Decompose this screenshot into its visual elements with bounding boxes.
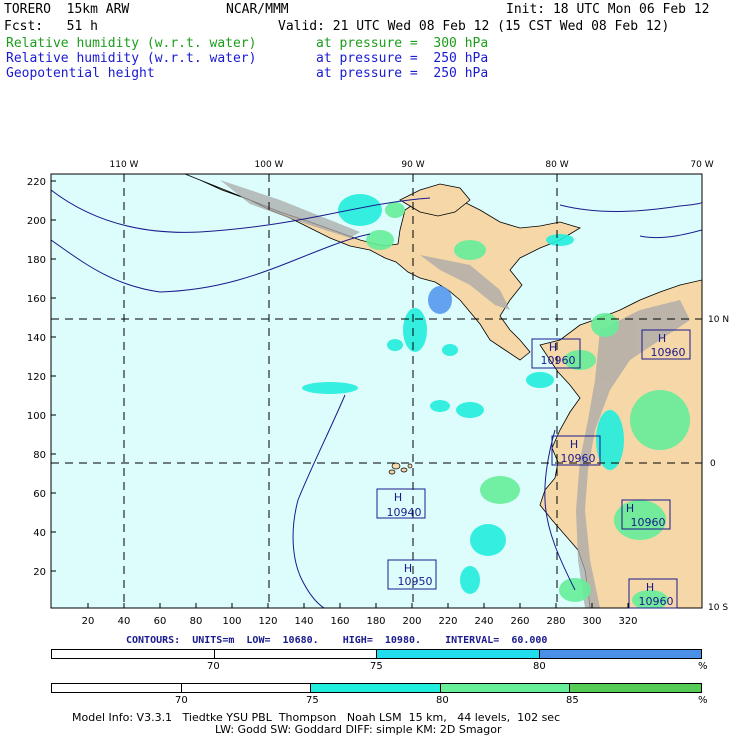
longitude-labels: 110 W 100 W 90 W 80 W 70 W <box>110 160 714 170</box>
scale-seg <box>570 684 701 692</box>
x-tick-label: 200 <box>402 616 421 627</box>
svg-text:10940: 10940 <box>387 506 422 519</box>
x-tick-label: 120 <box>258 616 277 627</box>
x-tick-label: 240 <box>474 616 493 627</box>
rh-scale-300 <box>51 683 702 693</box>
scale-seg <box>311 684 441 692</box>
x-tick-label: 40 <box>118 616 131 627</box>
rh-scale-250 <box>51 649 702 659</box>
scale2-label: 70 <box>175 695 188 706</box>
x-tick-label: 220 <box>438 616 457 627</box>
lon-label: 100 W <box>255 160 284 170</box>
y-tick-label: 140 <box>27 333 46 344</box>
y-tick-label: 20 <box>33 567 46 578</box>
scale-seg <box>52 650 215 658</box>
y-tick-label: 200 <box>27 216 46 227</box>
x-tick-label: 60 <box>154 616 167 627</box>
scale1-label: 80 <box>533 661 546 672</box>
x-tick-label: 100 <box>222 616 241 627</box>
x-tick-label: 320 <box>618 616 637 627</box>
physics-info: LW: Godd SW: Goddard DIFF: simple KM: 2D… <box>215 723 502 736</box>
y-tick-label: 100 <box>27 411 46 422</box>
weather-map: 220 200 180 160 140 120 100 80 60 40 20 20 40 60 80 10… <box>27 160 729 627</box>
x-tick-label: 280 <box>546 616 565 627</box>
x-tick-label: 160 <box>330 616 349 627</box>
contours-info: CONTOURS: UNITS=m LOW= 10680. HIGH= 1098… <box>126 635 548 646</box>
svg-text:10960: 10960 <box>541 354 576 367</box>
x-tick-label: 300 <box>582 616 601 627</box>
y-tick-label: 40 <box>33 528 46 539</box>
svg-text:10950: 10950 <box>398 575 433 588</box>
y-tick-label: 80 <box>33 450 46 461</box>
y-tick-label: 160 <box>27 294 46 305</box>
y-tick-label: 60 <box>33 489 46 500</box>
x-tick-label: 180 <box>366 616 385 627</box>
scale2-label: 80 <box>436 695 449 706</box>
lat-label: 10 S <box>708 603 728 613</box>
svg-text:10960: 10960 <box>631 516 666 529</box>
svg-text:H: H <box>549 341 557 354</box>
x-tick-label: 80 <box>190 616 203 627</box>
svg-text:H: H <box>646 581 654 594</box>
lat-label: 0 <box>710 459 716 469</box>
svg-text:10960: 10960 <box>561 452 596 465</box>
svg-text:H: H <box>626 502 634 515</box>
svg-text:10960: 10960 <box>639 595 674 608</box>
x-tick-label: 140 <box>294 616 313 627</box>
scale1-label: 75 <box>370 661 383 672</box>
scale1-label: 70 <box>207 661 220 672</box>
svg-text:H: H <box>394 491 402 504</box>
lon-label: 80 W <box>545 160 568 170</box>
scale-seg <box>214 650 377 658</box>
scale-seg <box>181 684 312 692</box>
scale-seg <box>440 684 571 692</box>
lon-label: 90 W <box>401 160 424 170</box>
scale-seg <box>377 650 540 658</box>
lon-label: 70 W <box>690 160 713 170</box>
latitude-labels: 10 N 0 10 S <box>708 315 729 613</box>
scale-seg <box>539 650 701 658</box>
svg-text:H: H <box>404 562 412 575</box>
y-tick-label: 180 <box>27 255 46 266</box>
scale2-label: 75 <box>306 695 319 706</box>
svg-text:H: H <box>658 332 666 345</box>
svg-text:10960: 10960 <box>651 346 686 359</box>
scale2-label: % <box>698 695 708 706</box>
y-tick-label: 220 <box>27 177 46 188</box>
scale-seg <box>52 684 182 692</box>
lon-label: 110 W <box>110 160 139 170</box>
x-tick-label: 260 <box>510 616 529 627</box>
lat-label: 10 N <box>708 315 729 325</box>
x-tick-label: 20 <box>82 616 95 627</box>
y-tick-label: 120 <box>27 372 46 383</box>
svg-text:H: H <box>570 438 578 451</box>
scale2-label: 85 <box>566 695 579 706</box>
scale1-label: % <box>698 661 708 672</box>
